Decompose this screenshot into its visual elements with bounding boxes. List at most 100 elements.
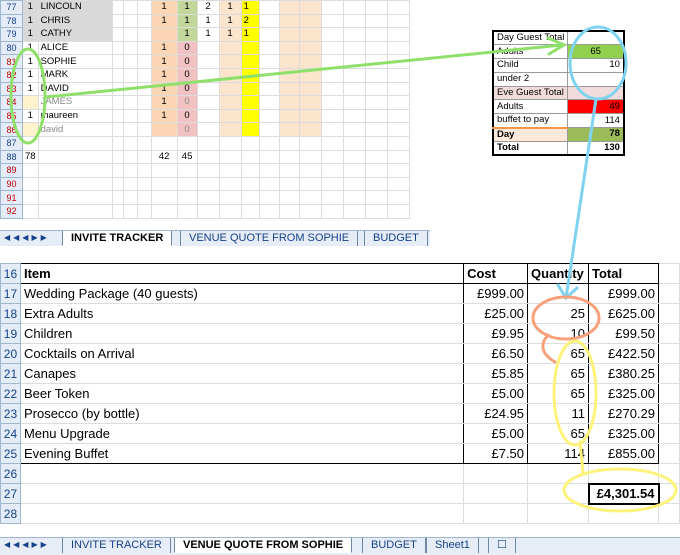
empty-cell[interactable]: [658, 423, 680, 444]
day-count-cell[interactable]: 1: [150, 67, 178, 83]
invite-count-cell[interactable]: 1: [22, 81, 39, 97]
invite-count-cell[interactable]: 1: [22, 54, 39, 69]
empty-cell[interactable]: [386, 190, 410, 205]
evening-count-cell[interactable]: 0: [176, 108, 198, 124]
empty-cell[interactable]: [463, 483, 529, 504]
guest-name-cell[interactable]: david: [37, 122, 113, 137]
sheet-nav-arrows[interactable]: ◀◀◀▶▶: [4, 540, 50, 549]
empty-cell[interactable]: [19, 503, 465, 524]
count-cell[interactable]: [218, 108, 242, 124]
empty-cell[interactable]: [136, 67, 152, 83]
row-header[interactable]: 90: [0, 176, 23, 192]
quote-quantity-cell[interactable]: 65: [527, 363, 590, 384]
empty-cell[interactable]: [320, 203, 344, 219]
guest-summary-value[interactable]: 10: [567, 58, 625, 73]
day-count-cell[interactable]: 42: [150, 149, 178, 165]
empty-cell[interactable]: [298, 13, 322, 29]
count-cell[interactable]: [196, 54, 220, 69]
count-cell[interactable]: [218, 149, 242, 165]
quote-total-cell[interactable]: £422.50: [588, 343, 659, 364]
guest-name-cell[interactable]: [37, 203, 113, 219]
empty-cell[interactable]: [386, 163, 410, 178]
count-cell[interactable]: 2: [240, 13, 260, 29]
row-header[interactable]: 19: [0, 323, 21, 344]
empty-cell[interactable]: [658, 263, 680, 284]
header-cost[interactable]: Cost: [463, 263, 529, 284]
row-header[interactable]: 83: [0, 81, 23, 97]
empty-cell[interactable]: [342, 163, 366, 178]
tab-sheet1[interactable]: Sheet1: [426, 538, 479, 553]
row-header[interactable]: 24: [0, 423, 21, 444]
evening-count-cell[interactable]: 1: [176, 27, 198, 42]
empty-cell[interactable]: [364, 122, 388, 137]
empty-cell[interactable]: [386, 176, 410, 192]
empty-cell[interactable]: [364, 190, 388, 205]
empty-cell[interactable]: [278, 122, 300, 137]
day-count-cell[interactable]: [150, 122, 178, 137]
count-cell[interactable]: 2: [196, 0, 220, 15]
empty-cell[interactable]: [342, 13, 366, 29]
empty-cell[interactable]: [342, 0, 366, 15]
empty-cell[interactable]: [278, 67, 300, 83]
count-cell[interactable]: [240, 190, 260, 205]
empty-cell[interactable]: [386, 81, 410, 97]
quote-item-cell[interactable]: Evening Buffet: [19, 443, 465, 464]
count-cell[interactable]: [240, 108, 260, 124]
empty-cell[interactable]: [136, 122, 152, 137]
empty-cell[interactable]: [258, 81, 280, 97]
empty-cell[interactable]: [364, 40, 388, 56]
evening-count-cell[interactable]: 0: [176, 67, 198, 83]
quote-total-cell[interactable]: £325.00: [588, 383, 659, 404]
guest-name-cell[interactable]: LINCOLN: [37, 0, 113, 15]
quote-cost-cell[interactable]: £999.00: [463, 283, 529, 304]
empty-cell[interactable]: [342, 122, 366, 137]
empty-cell[interactable]: [258, 67, 280, 83]
quote-quantity-cell[interactable]: 10: [527, 323, 590, 344]
count-cell[interactable]: [240, 176, 260, 192]
invite-count-cell[interactable]: [22, 190, 39, 205]
empty-cell[interactable]: [278, 40, 300, 56]
quote-cost-cell[interactable]: £9.95: [463, 323, 529, 344]
empty-cell[interactable]: [111, 203, 124, 219]
empty-cell[interactable]: [527, 483, 590, 504]
row-header[interactable]: 79: [0, 27, 23, 42]
empty-cell[interactable]: [364, 135, 388, 151]
empty-cell[interactable]: [342, 81, 366, 97]
empty-cell[interactable]: [342, 95, 366, 110]
empty-cell[interactable]: [658, 403, 680, 424]
row-header[interactable]: 86: [0, 122, 23, 137]
empty-cell[interactable]: [258, 27, 280, 42]
invite-count-cell[interactable]: 1: [22, 27, 39, 42]
empty-cell[interactable]: [111, 122, 124, 137]
empty-cell[interactable]: [298, 135, 322, 151]
empty-cell[interactable]: [364, 176, 388, 192]
row-header[interactable]: 26: [0, 463, 21, 484]
day-count-cell[interactable]: 1: [150, 81, 178, 97]
row-header[interactable]: 18: [0, 303, 21, 324]
count-cell[interactable]: [196, 67, 220, 83]
empty-cell[interactable]: [122, 203, 138, 219]
empty-cell[interactable]: [122, 190, 138, 205]
empty-cell[interactable]: [136, 163, 152, 178]
empty-cell[interactable]: [111, 135, 124, 151]
evening-count-cell[interactable]: 0: [176, 40, 198, 56]
count-cell[interactable]: 1: [240, 0, 260, 15]
empty-cell[interactable]: [320, 149, 344, 165]
empty-cell[interactable]: [258, 163, 280, 178]
empty-cell[interactable]: [320, 122, 344, 137]
empty-cell[interactable]: [298, 163, 322, 178]
quote-cost-cell[interactable]: £5.00: [463, 383, 529, 404]
guest-summary-value[interactable]: [567, 30, 625, 46]
count-cell[interactable]: [218, 135, 242, 151]
count-cell[interactable]: 1: [196, 13, 220, 29]
quote-total-cell[interactable]: £325.00: [588, 423, 659, 444]
empty-cell[interactable]: [320, 176, 344, 192]
count-cell[interactable]: [218, 176, 242, 192]
invite-count-cell[interactable]: 1: [22, 108, 39, 124]
guest-summary-label[interactable]: buffet to pay: [492, 113, 569, 129]
empty-cell[interactable]: [136, 81, 152, 97]
row-header[interactable]: 28: [0, 503, 21, 524]
empty-cell[interactable]: [136, 108, 152, 124]
quote-cost-cell[interactable]: £5.00: [463, 423, 529, 444]
empty-cell[interactable]: [298, 190, 322, 205]
